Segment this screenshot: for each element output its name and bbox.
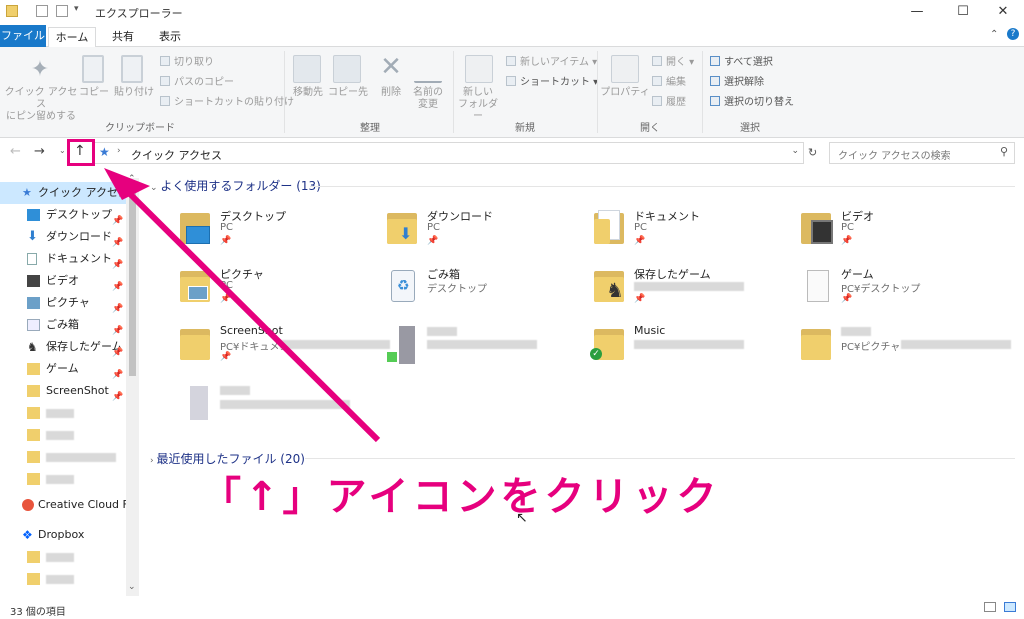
mouse-cursor-icon: ↖ xyxy=(516,510,528,526)
annotation-text: 「↑」アイコンをクリック xyxy=(201,474,721,520)
annotation-arrow xyxy=(104,168,381,443)
